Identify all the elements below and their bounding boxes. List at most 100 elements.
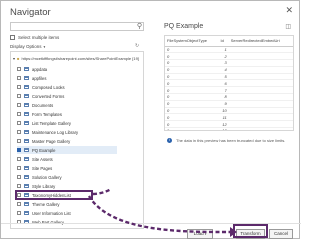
table-icon	[24, 121, 29, 125]
tree-item[interactable]: PQ Example	[17, 146, 117, 154]
table-cell: 12	[218, 120, 229, 129]
display-options-label: Display Options	[10, 44, 42, 49]
tree-item-checkbox[interactable]	[17, 112, 21, 116]
table-cell	[228, 86, 293, 95]
table-row: 0 10	[165, 107, 293, 115]
tree-item-checkbox[interactable]	[17, 121, 21, 125]
tree-item[interactable]: Style Library	[17, 182, 117, 190]
tree-item-checkbox[interactable]	[17, 85, 21, 89]
tree-item-checkbox[interactable]	[17, 166, 21, 170]
tree-item[interactable]: Site Pages	[17, 164, 117, 172]
select-multiple-checkbox[interactable]	[10, 35, 15, 40]
tree-item[interactable]: appdata	[17, 65, 117, 73]
tree-item[interactable]: List Template Gallery	[17, 119, 117, 127]
tree-item-label: Style Library	[32, 183, 56, 189]
table-cell	[228, 79, 293, 88]
table-icon	[24, 211, 29, 215]
column-header: FileSystemObjectType	[165, 36, 219, 47]
table-icon	[24, 175, 29, 179]
table-cell: 2	[218, 52, 229, 61]
tree-item[interactable]: Master Page Gallery	[17, 137, 117, 145]
table-cell	[228, 100, 293, 108]
tree-item[interactable]: Converted Forms	[17, 92, 117, 100]
tree-item[interactable]: Solution Gallery	[17, 173, 117, 181]
tree-item-checkbox[interactable]	[17, 139, 21, 143]
tree-item[interactable]: Form Templates	[17, 110, 117, 118]
truncation-notice: The data in this preview has been trunca…	[176, 138, 286, 143]
close-icon[interactable]: ✕	[285, 5, 293, 16]
tree-item[interactable]: User Information List	[17, 209, 117, 217]
table-icon	[24, 166, 29, 170]
table-cell: 0	[165, 93, 219, 101]
table-row: 01	[165, 46, 293, 54]
tree-item-checkbox[interactable]	[17, 211, 21, 215]
table-cell	[228, 52, 293, 61]
table-cell: 8	[218, 93, 229, 101]
table-cell	[228, 120, 293, 129]
refresh-icon[interactable]: ↻	[135, 43, 139, 49]
tree-item[interactable]: Maintenance Log Library	[17, 128, 117, 136]
tree-item-checkbox[interactable]	[17, 67, 21, 71]
table-cell	[228, 73, 293, 81]
table-cell: 0	[165, 59, 219, 67]
search-input[interactable]: ⚲	[10, 22, 144, 31]
info-icon: i	[167, 138, 172, 143]
tree-item-checkbox[interactable]	[17, 184, 21, 188]
cancel-button[interactable]: Cancel	[269, 229, 293, 239]
folder-icon: ■	[17, 56, 20, 61]
table-cell: 1	[218, 46, 229, 54]
select-multiple-row[interactable]: Select multiple items	[10, 35, 59, 40]
load-button[interactable]: Load ▾	[187, 229, 213, 239]
preview-options-icon[interactable]: ◫	[285, 23, 291, 30]
load-button-label: Load	[193, 231, 204, 236]
table-row: 07	[165, 86, 293, 95]
tree-item-checkbox[interactable]	[17, 175, 21, 179]
dialog-title: Navigator	[10, 7, 51, 18]
table-icon	[24, 148, 29, 152]
tree-item-checkbox[interactable]	[17, 157, 21, 161]
table-cell: 7	[218, 86, 229, 95]
tree-item-label: Documents	[32, 102, 54, 108]
tree-item-label: Composed Looks	[32, 84, 65, 90]
table-cell: 4	[218, 66, 229, 74]
table-row: 0 13	[165, 127, 293, 130]
table-cell: 0	[165, 46, 219, 54]
table-row: 08	[165, 93, 293, 101]
table-row: 09	[165, 100, 293, 108]
tree-root[interactable]: ▾ ■ https://mcetkfffkngst/sharepoint.com…	[13, 56, 139, 61]
table-row: 03	[165, 59, 293, 67]
tree-item-label: List Template Gallery	[32, 120, 72, 126]
column-header: ServerRedirectedEmbedUri	[228, 36, 293, 47]
tree-item-checkbox[interactable]	[17, 103, 21, 107]
table-cell: 0	[165, 79, 219, 88]
tree-item[interactable]: Documents	[17, 101, 117, 109]
table-icon	[24, 76, 29, 80]
tree-item-label: Form Templates	[32, 111, 62, 117]
table-cell: 0	[165, 120, 219, 129]
expand-icon[interactable]: ▾	[13, 56, 15, 61]
tree-item-checkbox[interactable]	[17, 202, 21, 206]
tree-item[interactable]: Composed Looks	[17, 83, 117, 91]
table-icon	[24, 85, 29, 89]
table-cell: 0	[165, 127, 219, 130]
table-header-row: FileSystemObjectType Id ServerRedirected…	[165, 36, 293, 47]
tree-item-checkbox[interactable]	[17, 76, 21, 80]
table-icon	[24, 94, 29, 98]
tree-item[interactable]: Theme Gallery	[17, 200, 117, 208]
preview-table: FileSystemObjectType Id ServerRedirected…	[164, 35, 294, 131]
tree-item[interactable]: Site Assets	[17, 155, 117, 163]
table-cell: 9	[218, 100, 229, 108]
table-icon	[24, 184, 29, 188]
table-cell	[228, 66, 293, 74]
tree-item-label: Theme Gallery	[32, 201, 60, 207]
transform-button-highlight	[233, 224, 268, 238]
table-icon	[24, 112, 29, 116]
navigator-dialog: Navigator ✕ ⚲ Select multiple items Disp…	[0, 0, 301, 240]
tree-item[interactable]: appfiles	[17, 74, 117, 82]
tree-item-checkbox[interactable]	[17, 148, 21, 152]
tree-item-checkbox[interactable]	[17, 130, 21, 134]
table-cell: 0	[165, 66, 219, 74]
tree-item-checkbox[interactable]	[17, 94, 21, 98]
search-icon[interactable]: ⚲	[137, 22, 142, 30]
display-options-dropdown[interactable]: Display Options ▾	[10, 44, 45, 49]
